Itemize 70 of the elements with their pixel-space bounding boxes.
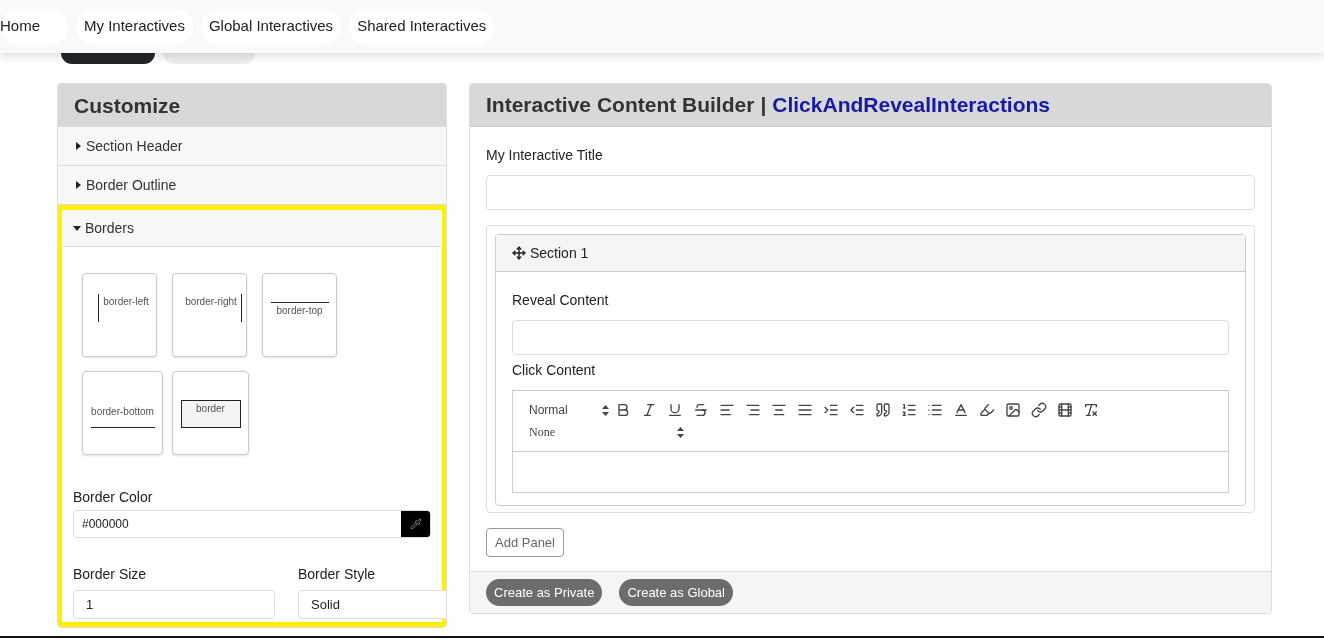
quote-icon[interactable] [875, 402, 891, 418]
color-field[interactable]: #000000 [73, 510, 431, 538]
input-field[interactable] [486, 175, 1255, 210]
panel-title: Customize [74, 92, 181, 119]
right-line [240, 294, 242, 322]
top-line [270, 302, 329, 303]
color-swatch-button[interactable] [401, 511, 430, 537]
field-label: Border Size [73, 565, 148, 584]
bullet-list-icon[interactable] [927, 402, 943, 418]
font-select[interactable]: None [529, 423, 684, 441]
border-option-card[interactable]: border-top [262, 273, 337, 357]
interactive-type: ClickAndRevealInteractions [772, 92, 1051, 119]
panel-title: Interactive Content Builder [486, 92, 755, 119]
eyedropper-icon [409, 518, 422, 530]
image-icon[interactable] [1005, 402, 1021, 418]
border-option-card[interactable]: border-left [82, 273, 157, 357]
accordion-header[interactable]: Border Outline [58, 166, 446, 204]
numbered-list-icon[interactable] [901, 402, 917, 418]
field-label: Border Style [298, 565, 377, 584]
align-justify-icon[interactable] [797, 402, 813, 418]
left-line [98, 294, 100, 322]
field-label: Reveal Content [512, 291, 610, 310]
indent-icon[interactable] [823, 402, 839, 418]
align-right-icon[interactable] [745, 402, 761, 418]
sort-arrows-icon [677, 426, 684, 438]
caret-down-icon [73, 223, 81, 233]
bottom-line [90, 427, 155, 428]
border-option-card[interactable]: border-right [172, 273, 247, 357]
accordion-header[interactable]: Borders [62, 210, 442, 247]
nav-link[interactable]: Home [0, 8, 68, 45]
field-label: Border Color [73, 488, 154, 507]
option-label: border-right [185, 295, 237, 309]
option-label: border-bottom [91, 405, 154, 419]
field-label: Click Content [512, 361, 597, 380]
film-icon[interactable] [1057, 402, 1073, 418]
dark-pill-button[interactable] [61, 53, 155, 64]
option-label: border-top [276, 304, 323, 318]
align-center-icon[interactable] [771, 402, 787, 418]
link-icon[interactable] [1031, 402, 1047, 418]
input-field[interactable] [512, 320, 1229, 355]
align-left-icon[interactable] [719, 402, 735, 418]
create-button[interactable]: Create as Private [486, 579, 603, 606]
input-field[interactable]: 1 [73, 590, 275, 619]
underline-icon[interactable] [667, 402, 683, 418]
move-icon[interactable] [512, 246, 526, 260]
sort-arrows-icon [602, 404, 609, 416]
caret-right-icon [74, 141, 82, 151]
clear-format-icon[interactable] [1083, 402, 1099, 418]
border-option-card[interactable]: border [172, 371, 249, 455]
nav-link[interactable]: Global Interactives [200, 8, 342, 45]
outdent-icon[interactable] [849, 402, 865, 418]
caret-right-icon [74, 180, 82, 190]
bold-icon[interactable] [615, 402, 631, 418]
nav-link[interactable]: My Interactives [76, 8, 193, 45]
create-button[interactable]: Create as Global [619, 579, 733, 606]
add-panel-button[interactable]: Add Panel [486, 528, 564, 557]
strikethrough-icon[interactable] [693, 402, 709, 418]
format-select[interactable]: Normal [529, 401, 609, 419]
input-field[interactable]: Solid [298, 590, 446, 619]
highlight-icon[interactable] [979, 402, 995, 418]
accordion-header[interactable]: Section Header [58, 127, 446, 165]
border-option-card[interactable]: border-bottom [82, 371, 163, 455]
option-label: border-left [103, 295, 149, 309]
field-label: My Interactive Title [486, 146, 604, 165]
text-color-icon[interactable] [953, 402, 969, 418]
nav-link[interactable]: Shared Interactives [349, 8, 495, 45]
option-label: border [196, 402, 225, 416]
title-separator: | [760, 92, 767, 119]
italic-icon[interactable] [641, 402, 657, 418]
section-title: Section 1 [530, 243, 589, 263]
